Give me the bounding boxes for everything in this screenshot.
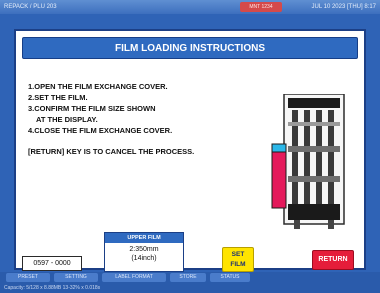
instruction-line-5: 4.CLOSE THE FILM EXCHANGE COVER. bbox=[28, 126, 173, 135]
instruction-line-2: 2.SET THE FILM. bbox=[28, 93, 88, 102]
set-film-button[interactable]: SET FILM bbox=[222, 247, 254, 272]
instructions-text: 1.OPEN THE FILM EXCHANGE COVER. 2.SET TH… bbox=[28, 81, 288, 157]
upper-film-size-inch: (14inch) bbox=[131, 255, 157, 262]
code-field[interactable]: 0597 - 0000 bbox=[22, 256, 82, 271]
set-film-label-line1: SET bbox=[231, 251, 245, 258]
upper-film-box: UPPER FILM 2:350mm (14inch) bbox=[104, 232, 184, 272]
tab-status[interactable]: STATUS bbox=[210, 273, 250, 282]
top-status-bar: REPACK / PLU 203 MNT 1234 JUL 10 2023 [T… bbox=[0, 0, 380, 14]
upper-film-size-mm: 2:350mm bbox=[129, 246, 159, 253]
return-button[interactable]: RETURN bbox=[312, 250, 354, 270]
top-right-datetime: JUL 10 2023 [THU] 8:17 bbox=[311, 4, 376, 10]
instruction-line-3: 3.CONFIRM THE FILM SIZE SHOWN bbox=[28, 104, 156, 113]
bottom-bar: PRESET SETTING LABEL FORMAT STORE STATUS… bbox=[0, 272, 380, 293]
instruction-line-4: AT THE DISPLAY. bbox=[36, 115, 98, 124]
upper-film-label: UPPER FILM bbox=[105, 233, 183, 243]
top-left-status: REPACK / PLU 203 bbox=[4, 4, 57, 10]
cancel-note: [RETURN] KEY IS TO CANCEL THE PROCESS. bbox=[28, 147, 195, 156]
capacity-status: Capacity: 5/128 x 8.88MB 13-32% x 0.018s bbox=[4, 285, 101, 291]
tab-label-format[interactable]: LABEL FORMAT bbox=[102, 273, 166, 282]
top-middle-badge: MNT 1234 bbox=[240, 2, 282, 12]
set-film-label-line2: FILM bbox=[230, 261, 246, 268]
tab-preset[interactable]: PRESET bbox=[6, 273, 50, 282]
tab-store[interactable]: STORE bbox=[170, 273, 206, 282]
instruction-line-1: 1.OPEN THE FILM EXCHANGE COVER. bbox=[28, 82, 168, 91]
printer-machine-icon bbox=[271, 94, 345, 229]
dialog-title: FILM LOADING INSTRUCTIONS bbox=[22, 37, 358, 59]
tab-setting[interactable]: SETTING bbox=[54, 273, 98, 282]
film-loading-dialog: FILM LOADING INSTRUCTIONS 1.OPEN THE FIL… bbox=[14, 29, 366, 272]
